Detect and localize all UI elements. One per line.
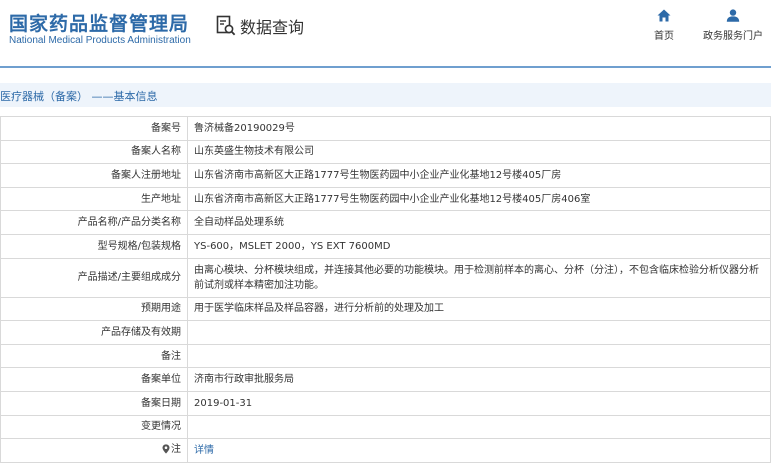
field-value <box>187 414 771 440</box>
field-label: 变更情况 <box>0 414 188 440</box>
field-label: 备注 <box>0 343 188 369</box>
breadcrumb-bar: 医疗器械（备案） ——基本信息 <box>0 83 771 107</box>
field-value: 全自动样品处理系统 <box>187 210 771 235</box>
field-value <box>187 343 771 369</box>
table-row: 产品描述/主要组成成分 由离心模块、分杯模块组成，并连接其他必要的功能模块。用于… <box>0 257 771 298</box>
table-row: 备案号 鲁济械备20190029号 <box>0 116 771 141</box>
note-label-group: 注 <box>162 442 181 457</box>
document-search-icon <box>216 15 236 36</box>
nav-home-label: 首页 <box>654 31 674 42</box>
details-link[interactable]: 详情 <box>194 445 214 456</box>
field-value: 山东英盛生物技术有限公司 <box>187 139 771 165</box>
table-row: 预期用途 用于医学临床样品及样品容器，进行分析前的处理及加工 <box>0 296 771 322</box>
field-value: 2019-01-31 <box>187 390 771 416</box>
user-icon <box>726 9 740 22</box>
field-value: 鲁济械备20190029号 <box>187 116 771 141</box>
table-row: 变更情况 <box>0 414 771 440</box>
site-header: 国家药品监督管理局 National Medical Products Admi… <box>0 0 771 68</box>
field-label: 备案人名称 <box>0 139 188 165</box>
field-label: 产品名称/产品分类名称 <box>0 210 188 235</box>
field-label: 备案单位 <box>0 367 188 392</box>
table-row: 备注 <box>0 343 771 369</box>
location-pin-icon <box>162 444 170 454</box>
nav-home[interactable]: 首页 <box>628 9 700 42</box>
breadcrumb: 医疗器械（备案） ——基本信息 <box>0 90 158 103</box>
field-value <box>187 320 771 345</box>
field-value: 用于医学临床样品及样品容器，进行分析前的处理及加工 <box>187 296 771 322</box>
table-row: 产品名称/产品分类名称 全自动样品处理系统 <box>0 210 771 235</box>
nav-service-portal-label: 政务服务门户 <box>703 31 763 42</box>
field-value: 由离心模块、分杯模块组成，并连接其他必要的功能模块。用于检测前样本的离心、分杯（… <box>187 257 771 298</box>
table-row: 型号规格/包装规格 YS-600，MSLET 2000，YS EXT 7600M… <box>0 233 771 259</box>
table-row: 备案人注册地址 山东省济南市高新区大正路1777号生物医药园中小企业产业化基地1… <box>0 163 771 188</box>
field-label: 备案号 <box>0 116 188 141</box>
record-info-table: 备案号 鲁济械备20190029号 备案人名称 山东英盛生物技术有限公司 备案人… <box>0 116 771 463</box>
field-label: 备案日期 <box>0 390 188 416</box>
table-row: 备案人名称 山东英盛生物技术有限公司 <box>0 139 771 165</box>
field-value: YS-600，MSLET 2000，YS EXT 7600MD <box>187 233 771 259</box>
home-icon <box>657 9 671 22</box>
field-label: 产品描述/主要组成成分 <box>0 257 188 298</box>
org-name-en[interactable]: National Medical Products Administration <box>9 35 191 46</box>
field-value: 济南市行政审批服务局 <box>187 367 771 392</box>
table-row: 备案单位 济南市行政审批服务局 <box>0 367 771 392</box>
field-label: 预期用途 <box>0 296 188 322</box>
note-label-text: 注 <box>171 443 181 455</box>
field-value: 山东省济南市高新区大正路1777号生物医药园中小企业产业化基地12号楼405厂房 <box>187 163 771 188</box>
org-name-cn[interactable]: 国家药品监督管理局 <box>9 9 189 36</box>
table-row: 备案日期 2019-01-31 <box>0 390 771 416</box>
table-row: 生产地址 山东省济南市高新区大正路1777号生物医药园中小企业产业化基地12号楼… <box>0 186 771 212</box>
field-label: 型号规格/包装规格 <box>0 233 188 259</box>
field-value: 山东省济南市高新区大正路1777号生物医药园中小企业产业化基地12号楼405厂房… <box>187 186 771 212</box>
field-label: 产品存储及有效期 <box>0 320 188 345</box>
table-row: 产品存储及有效期 <box>0 320 771 345</box>
field-value: 详情 <box>187 438 771 463</box>
field-label: 生产地址 <box>0 186 188 212</box>
data-query-label: 数据查询 <box>240 18 305 37</box>
table-row: 注 详情 <box>0 438 771 463</box>
field-label: 备案人注册地址 <box>0 163 188 188</box>
nav-service-portal[interactable]: 政务服务门户 <box>697 9 769 42</box>
field-label-note: 注 <box>0 438 188 463</box>
data-query-title[interactable]: 数据查询 <box>216 14 304 38</box>
header-divider <box>0 66 771 68</box>
